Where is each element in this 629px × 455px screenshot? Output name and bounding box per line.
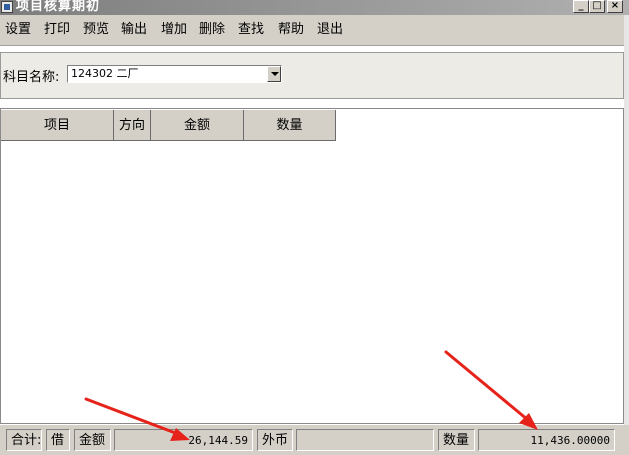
window-title: 项目核算期初 bbox=[16, 0, 101, 14]
quantity-label: 数量 bbox=[438, 429, 475, 451]
status-bar: 合计: 借 金额 26,144.59 外币 数量 11,436.00000 bbox=[0, 425, 629, 455]
amount-label: 金额 bbox=[74, 429, 111, 451]
menu-preview[interactable]: 预览 bbox=[81, 22, 111, 38]
close-button[interactable]: × bbox=[607, 0, 623, 13]
app-icon bbox=[1, 1, 13, 13]
total-label: 合计: bbox=[6, 429, 42, 451]
menu-add[interactable]: 增加 bbox=[159, 22, 189, 38]
menu-settings[interactable]: 设置 bbox=[3, 22, 33, 38]
menu-bar: 设置 打印 预览 输出 增加 删除 查找 帮助 退出 bbox=[0, 15, 629, 46]
menu-exit[interactable]: 退出 bbox=[315, 22, 345, 38]
column-header-amount[interactable]: 金额 bbox=[151, 110, 244, 141]
menu-help[interactable]: 帮助 bbox=[276, 22, 306, 38]
direction-value: 借 bbox=[46, 429, 70, 451]
amount-total-value: 26,144.59 bbox=[114, 429, 253, 451]
title-bar: 项目核算期初 _ □ × bbox=[0, 0, 629, 15]
foreign-currency-value bbox=[296, 429, 434, 451]
menu-delete[interactable]: 删除 bbox=[197, 22, 227, 38]
menu-find[interactable]: 查找 bbox=[236, 22, 266, 38]
quantity-total-value: 11,436.00000 bbox=[478, 429, 615, 451]
filter-panel: 科目名称: 124302 二厂 bbox=[0, 52, 624, 99]
chevron-down-icon[interactable] bbox=[267, 66, 281, 82]
column-header-project[interactable]: 项目 bbox=[1, 110, 114, 141]
maximize-button[interactable]: □ bbox=[589, 0, 605, 13]
menu-export[interactable]: 输出 bbox=[119, 22, 149, 38]
subject-select[interactable]: 124302 二厂 bbox=[67, 65, 282, 83]
minimize-button[interactable]: _ bbox=[573, 0, 589, 13]
column-header-quantity[interactable]: 数量 bbox=[244, 110, 336, 141]
subject-label: 科目名称: bbox=[3, 70, 60, 85]
data-grid[interactable]: 项目 方向 金额 数量 bbox=[0, 108, 624, 424]
subject-value: 124302 二厂 bbox=[71, 67, 139, 80]
column-header-direction[interactable]: 方向 bbox=[114, 110, 151, 141]
menu-print[interactable]: 打印 bbox=[42, 22, 72, 38]
window-edge bbox=[624, 15, 629, 425]
foreign-currency-label: 外币 bbox=[257, 429, 293, 451]
